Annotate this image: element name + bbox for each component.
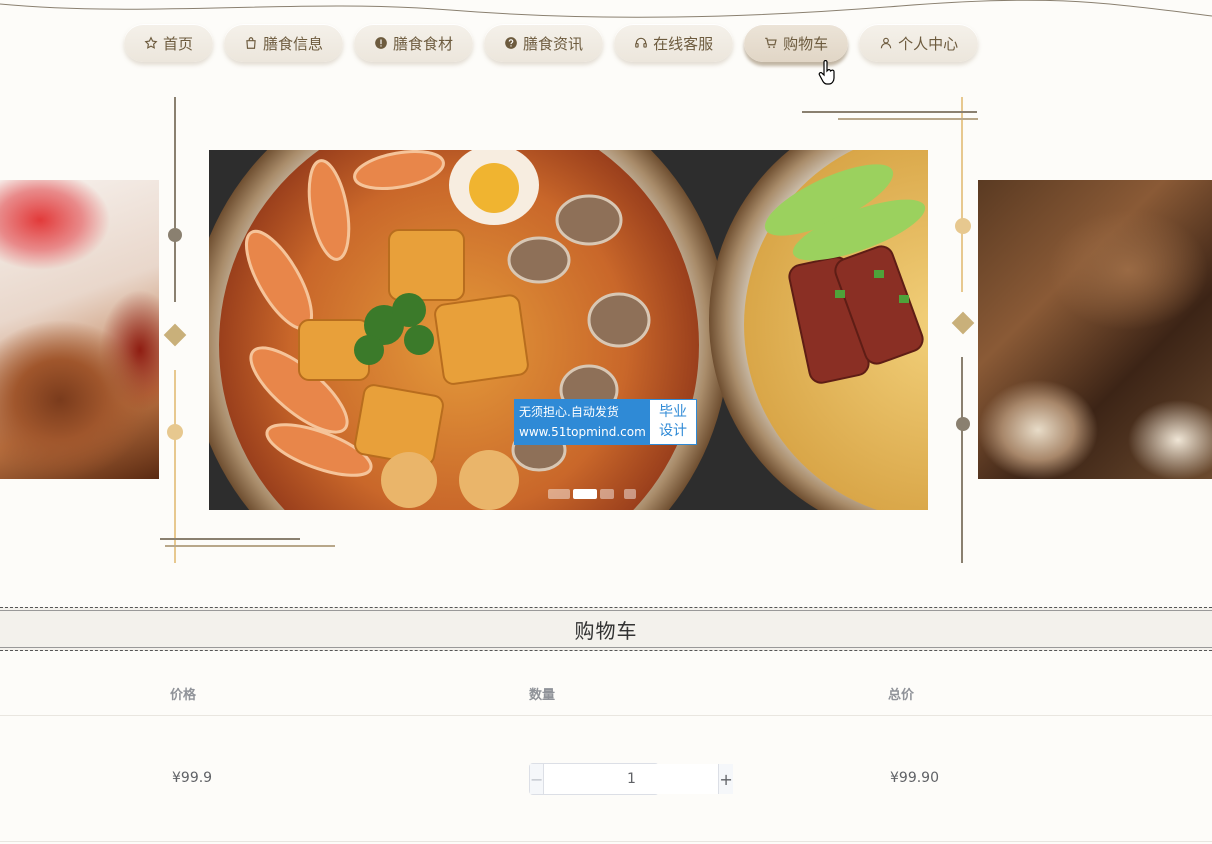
increase-button[interactable]: + [718,764,733,794]
frame-dot [168,228,182,242]
watermark-right2: 设计 [659,423,687,439]
quantity-input[interactable] [544,764,719,794]
table-row: ¥99.9 − + ¥99.90 [0,716,1212,842]
watermark-badge: 无须担心.自动发货 www.51topmind.com 毕业 设计 [514,399,697,445]
frame-line [961,97,963,292]
nav-item-ingredients[interactable]: 膳食食材 [354,24,474,62]
carousel-slide-next[interactable] [978,180,1212,479]
nav-item-support[interactable]: 在线客服 [614,24,734,62]
item-total: ¥99.90 [890,770,939,786]
food-banner-image [209,150,928,510]
user-icon [880,37,892,49]
page-title: 购物车 [574,618,638,643]
top-wave-decoration [0,0,1212,18]
alert-circle-icon [375,37,387,49]
carousel-indicator[interactable] [600,489,614,499]
quantity-stepper[interactable]: − + [529,763,733,795]
column-header-total: 总价 [888,688,915,703]
frame-line [165,545,335,547]
carousel-slide-prev[interactable] [0,180,159,479]
cart-table-header: 价格 数量 总价 [0,670,1212,716]
nav-label: 个人中心 [898,34,959,53]
star-icon [144,36,158,49]
item-price: ¥99.9 [172,770,213,786]
nav-label: 膳食食材 [393,34,454,53]
decrease-button[interactable]: − [530,764,545,794]
question-circle-icon [505,37,517,49]
column-header-price: 价格 [170,688,197,703]
frame-line [961,357,963,563]
carousel-indicator-active[interactable] [573,489,597,499]
frame-line [174,97,176,302]
frame-line [160,538,300,540]
frame-diamond [951,311,975,335]
watermark-line2: www.51topmind.com [519,425,646,439]
frame-diamond [163,323,187,347]
frame-dot [167,424,183,440]
frame-dot [955,218,971,234]
cart-icon [765,37,777,48]
nav-item-home[interactable]: 首页 [124,24,214,62]
nav-item-profile[interactable]: 个人中心 [859,24,979,62]
frame-dot [956,417,970,431]
carousel-slide-current[interactable] [209,150,928,510]
nav-item-cart[interactable]: 购物车 [744,24,849,62]
nav-item-news[interactable]: 膳食资讯 [484,24,604,62]
column-header-quantity: 数量 [529,688,556,703]
nav-label: 购物车 [783,34,829,53]
frame-line [174,370,176,563]
section-header: 购物车 [0,607,1212,651]
nav-label: 膳食资讯 [523,34,584,53]
frame-line [838,118,978,120]
banner-carousel[interactable]: 无须担心.自动发货 www.51topmind.com 毕业 设计 [0,95,1212,565]
watermark-line1: 无须担心.自动发货 [519,405,619,419]
nav-item-meal-info[interactable]: 膳食信息 [224,24,344,62]
nav-label: 首页 [163,34,194,53]
nav-label: 膳食信息 [263,34,324,53]
frame-line [802,111,977,113]
hand-cursor-icon [818,60,835,85]
carousel-indicator[interactable] [548,489,570,499]
carousel-indicator[interactable] [624,489,636,499]
main-nav: 首页 膳食信息 膳食食材 膳食资讯 在线客服 购物车 个人中心 [124,24,979,64]
watermark-text: 无须担心.自动发货 www.51topmind.com [515,400,650,444]
bag-icon [246,37,256,49]
watermark-right1: 毕业 [659,404,687,420]
nav-label: 在线客服 [653,34,714,53]
watermark-tag: 毕业 设计 [650,400,696,444]
headset-icon [635,37,647,48]
